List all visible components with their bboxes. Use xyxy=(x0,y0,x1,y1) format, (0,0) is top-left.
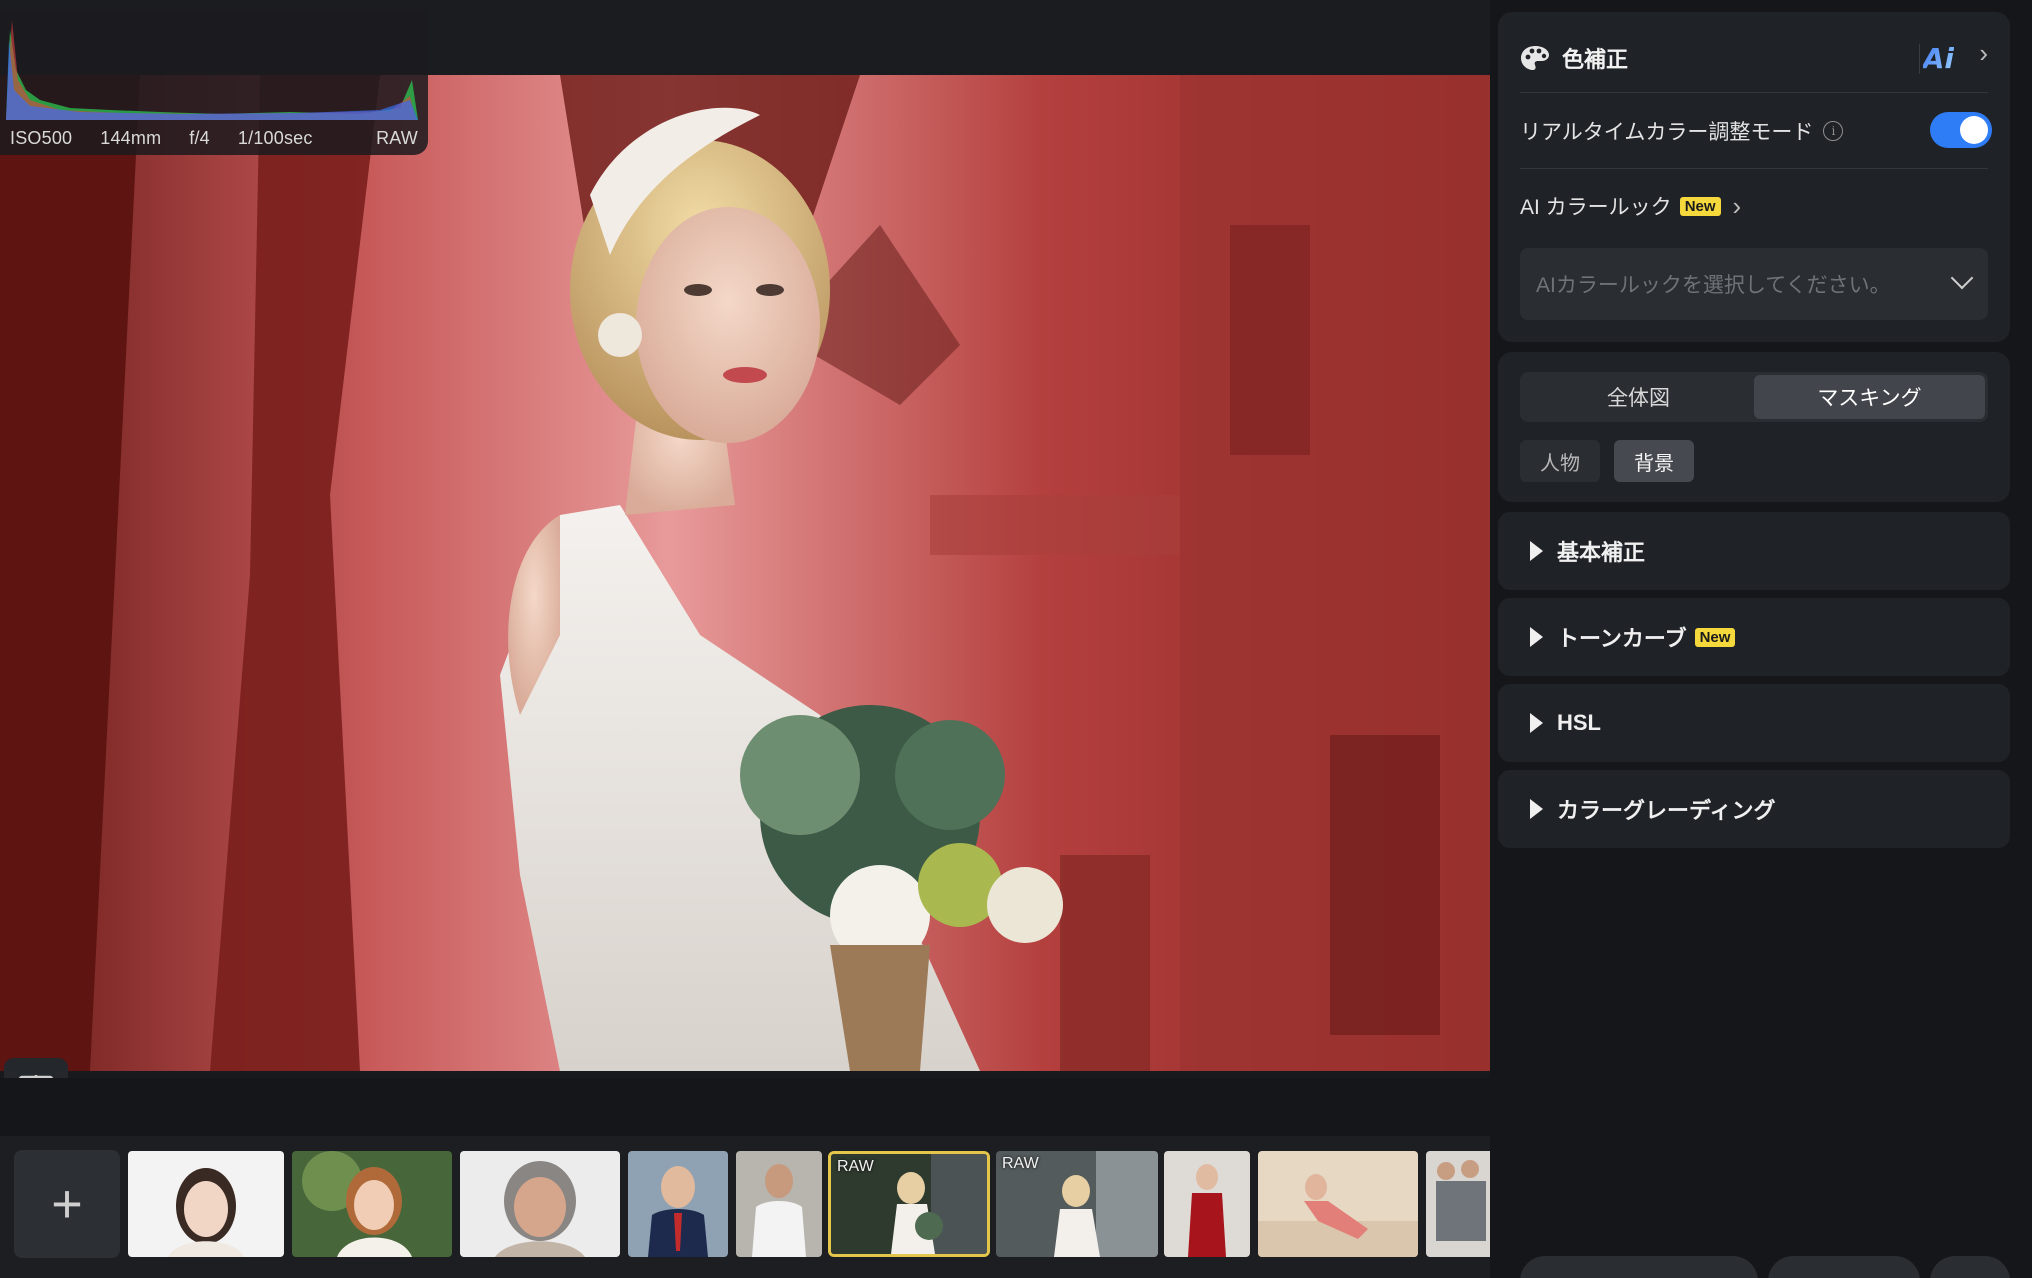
chip-background[interactable]: 背景 xyxy=(1614,440,1694,482)
expand-triangle-icon xyxy=(1530,627,1543,647)
expand-triangle-icon xyxy=(1530,541,1543,561)
divider xyxy=(1520,92,1988,93)
exif-aperture: f/4 xyxy=(189,128,210,148)
select-placeholder: AIカラールックを選択してください。 xyxy=(1536,274,1891,297)
ai-color-look-select[interactable]: AIカラールックを選択してください。 xyxy=(1520,248,1988,320)
panel-title: 色補正 xyxy=(1562,47,1629,72)
divider xyxy=(1520,168,1988,169)
adjustment-panel: 色補正 Ai › リアルタイムカラー調整モード i AI カラールック New … xyxy=(1490,0,2032,1278)
filmstrip: + RAW RAW xyxy=(0,1136,1490,1278)
section-color-grading[interactable]: カラーグレーディング xyxy=(1498,770,2010,848)
realtime-mode-label: リアルタイムカラー調整モード xyxy=(1520,121,1814,144)
section-label: トーンカーブ xyxy=(1557,626,1687,651)
exif-iso: ISO500 xyxy=(10,128,73,148)
thumbnail[interactable] xyxy=(628,1151,728,1257)
thumbnail[interactable] xyxy=(460,1151,620,1257)
mask-target-chips: 人物 背景 xyxy=(1520,440,1708,482)
masked-photo xyxy=(0,75,1490,1071)
thumbnail-selected[interactable]: RAW xyxy=(828,1151,990,1257)
toggle-knob xyxy=(1960,116,1988,144)
exif-shutter: 1/100sec xyxy=(237,128,313,148)
ai-color-look-label: AI カラールック xyxy=(1520,196,1672,219)
palette-icon xyxy=(1521,46,1549,70)
raw-tag: RAW xyxy=(837,1158,874,1175)
thumbnail[interactable] xyxy=(1426,1151,1490,1257)
section-label: カラーグレーディング xyxy=(1557,798,1776,823)
chevron-right-icon[interactable]: › xyxy=(1733,193,1742,219)
color-correction-card: 色補正 Ai › リアルタイムカラー調整モード i AI カラールック New … xyxy=(1498,12,2010,342)
histogram-graph xyxy=(6,20,418,120)
ai-logo-icon[interactable]: Ai xyxy=(1923,42,1954,75)
raw-tag: RAW xyxy=(1002,1155,1039,1172)
bottom-action-bar xyxy=(1520,1256,2020,1278)
histogram-panel: ISO500 144mm f/4 1/100sec RAW xyxy=(0,10,428,155)
ai-color-look-row[interactable]: AI カラールック New › xyxy=(1520,190,1741,222)
tab-masking[interactable]: マスキング xyxy=(1754,375,1985,419)
info-icon[interactable]: i xyxy=(1823,121,1844,141)
thumbnail[interactable]: RAW xyxy=(996,1151,1158,1257)
app-window: ISO500 144mm f/4 1/100sec RAW i + xyxy=(0,0,2032,1278)
view-mode-tabs: 全体図 マスキング xyxy=(1520,372,1988,422)
image-viewer: ISO500 144mm f/4 1/100sec RAW i xyxy=(0,0,1490,1078)
section-label: HSL xyxy=(1557,710,1601,735)
view-mode-card: 全体図 マスキング 人物 背景 xyxy=(1498,352,2010,502)
bottom-button-secondary[interactable] xyxy=(1768,1256,1920,1278)
color-correction-header[interactable]: 色補正 Ai › xyxy=(1520,38,1988,78)
expand-triangle-icon xyxy=(1530,713,1543,733)
add-photo-button[interactable]: + xyxy=(14,1150,120,1258)
compare-view-button[interactable] xyxy=(4,1058,68,1078)
main-photo-canvas[interactable] xyxy=(0,75,1490,1071)
exif-focal-length: 144mm xyxy=(100,128,162,148)
bottom-button-more[interactable] xyxy=(1930,1256,2010,1278)
bottom-button-primary[interactable] xyxy=(1520,1256,1758,1278)
section-hsl[interactable]: HSL xyxy=(1498,684,2010,762)
thumbnail[interactable] xyxy=(128,1151,284,1257)
exif-format: RAW xyxy=(376,128,418,148)
section-label: 基本補正 xyxy=(1557,540,1646,565)
realtime-mode-toggle[interactable] xyxy=(1930,112,1992,148)
chip-person[interactable]: 人物 xyxy=(1520,440,1600,482)
plus-icon: + xyxy=(51,1174,83,1234)
thumbnail[interactable] xyxy=(736,1151,822,1257)
expand-triangle-icon xyxy=(1530,799,1543,819)
realtime-mode-row: リアルタイムカラー調整モード i xyxy=(1520,116,1844,146)
chevron-right-icon[interactable]: › xyxy=(1979,38,1988,69)
thumbnail[interactable] xyxy=(292,1151,452,1257)
exif-info: ISO500 144mm f/4 1/100sec RAW xyxy=(10,128,418,149)
chevron-down-icon xyxy=(1950,266,1974,290)
tab-overall[interactable]: 全体図 xyxy=(1523,375,1754,419)
thumbnail[interactable] xyxy=(1164,1151,1250,1257)
header-divider xyxy=(1919,44,1920,74)
new-badge: New xyxy=(1694,627,1736,647)
section-tone-curve[interactable]: トーンカーブ New xyxy=(1498,598,2010,676)
new-badge: New xyxy=(1679,196,1721,216)
section-basic-correction[interactable]: 基本補正 xyxy=(1498,512,2010,590)
thumbnail[interactable] xyxy=(1258,1151,1418,1257)
split-view-icon xyxy=(18,1075,54,1078)
